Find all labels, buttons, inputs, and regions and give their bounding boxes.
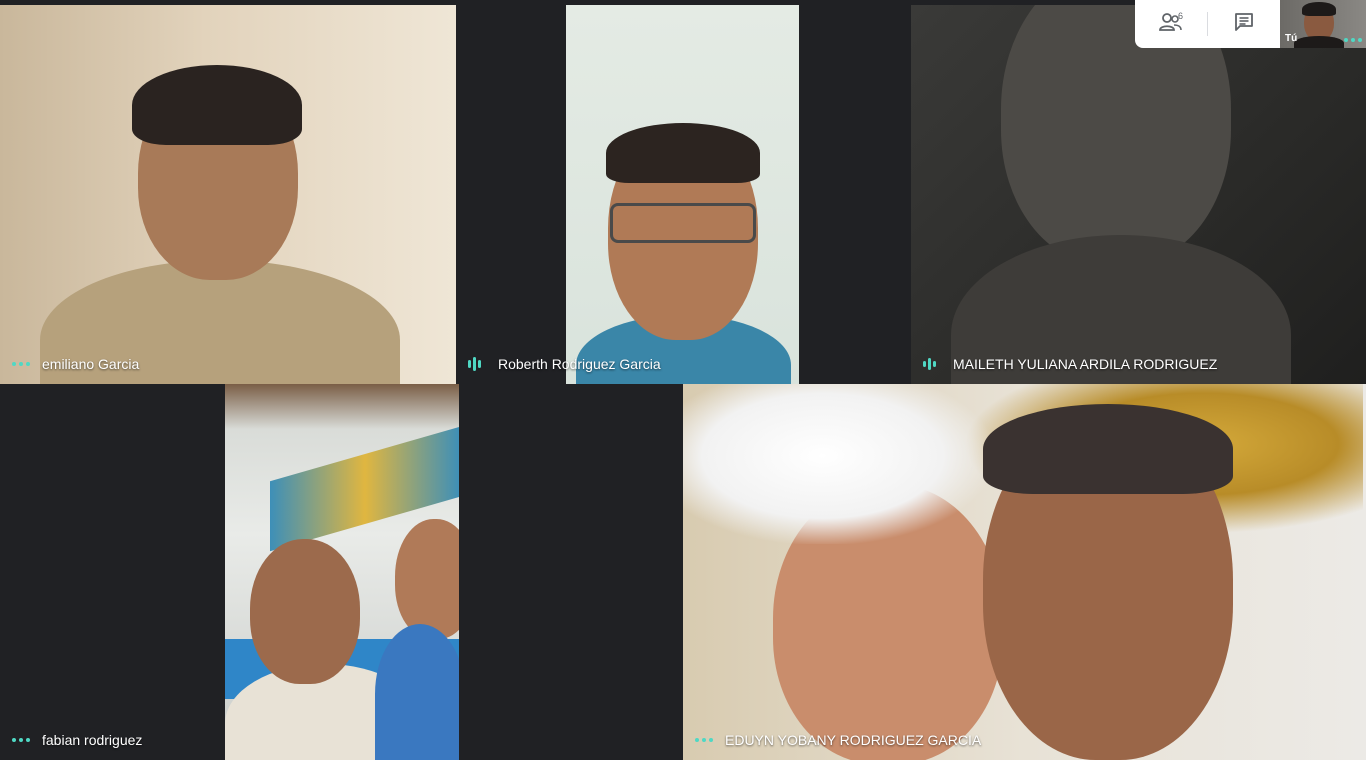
self-view-tile[interactable]: Tú: [1280, 0, 1366, 48]
self-view-label: Tú: [1285, 33, 1298, 44]
participant-tile-4[interactable]: fabian rodriguez: [0, 384, 683, 760]
more-options-icon[interactable]: [12, 362, 30, 366]
participant-name: Roberth Rodriguez Garcia: [498, 356, 661, 372]
participant-tile-1[interactable]: emiliano Garcia: [0, 5, 456, 384]
more-options-icon[interactable]: [12, 738, 30, 742]
participant-name: fabian rodriguez: [42, 732, 143, 748]
participant-video: [566, 5, 799, 384]
participant-name-tag: fabian rodriguez: [12, 732, 142, 748]
speaking-indicator-icon: [923, 357, 941, 371]
participant-tile-5[interactable]: EDUYN YOBANY RODRIGUEZ GARCIA: [683, 384, 1366, 760]
chat-button[interactable]: [1208, 0, 1280, 48]
participant-video: [0, 5, 456, 384]
participant-name-tag: MAILETH YULIANA ARDILA RODRIGUEZ: [923, 356, 1217, 372]
participant-name-tag: EDUYN YOBANY RODRIGUEZ GARCIA: [695, 732, 981, 748]
call-controls-panel: 6: [1135, 0, 1280, 48]
participant-name-tag: Roberth Rodriguez Garcia: [468, 356, 661, 372]
speaking-indicator-icon: [468, 357, 486, 371]
participants-button[interactable]: 6: [1135, 0, 1207, 48]
more-options-icon[interactable]: [1344, 38, 1362, 42]
participant-video: [225, 384, 459, 760]
participant-video: [911, 5, 1366, 384]
participant-video: [683, 384, 1366, 760]
participant-tile-2[interactable]: Roberth Rodriguez Garcia: [456, 5, 911, 384]
participant-name: MAILETH YULIANA ARDILA RODRIGUEZ: [953, 356, 1218, 372]
participant-name-tag: emiliano Garcia: [12, 356, 139, 372]
more-options-icon[interactable]: [695, 738, 713, 742]
participant-name: emiliano Garcia: [42, 356, 140, 372]
chat-icon: [1233, 11, 1255, 38]
participant-count: 6: [1178, 11, 1184, 21]
participant-name: EDUYN YOBANY RODRIGUEZ GARCIA: [725, 732, 982, 748]
participant-tile-3[interactable]: MAILETH YULIANA ARDILA RODRIGUEZ: [911, 5, 1366, 384]
